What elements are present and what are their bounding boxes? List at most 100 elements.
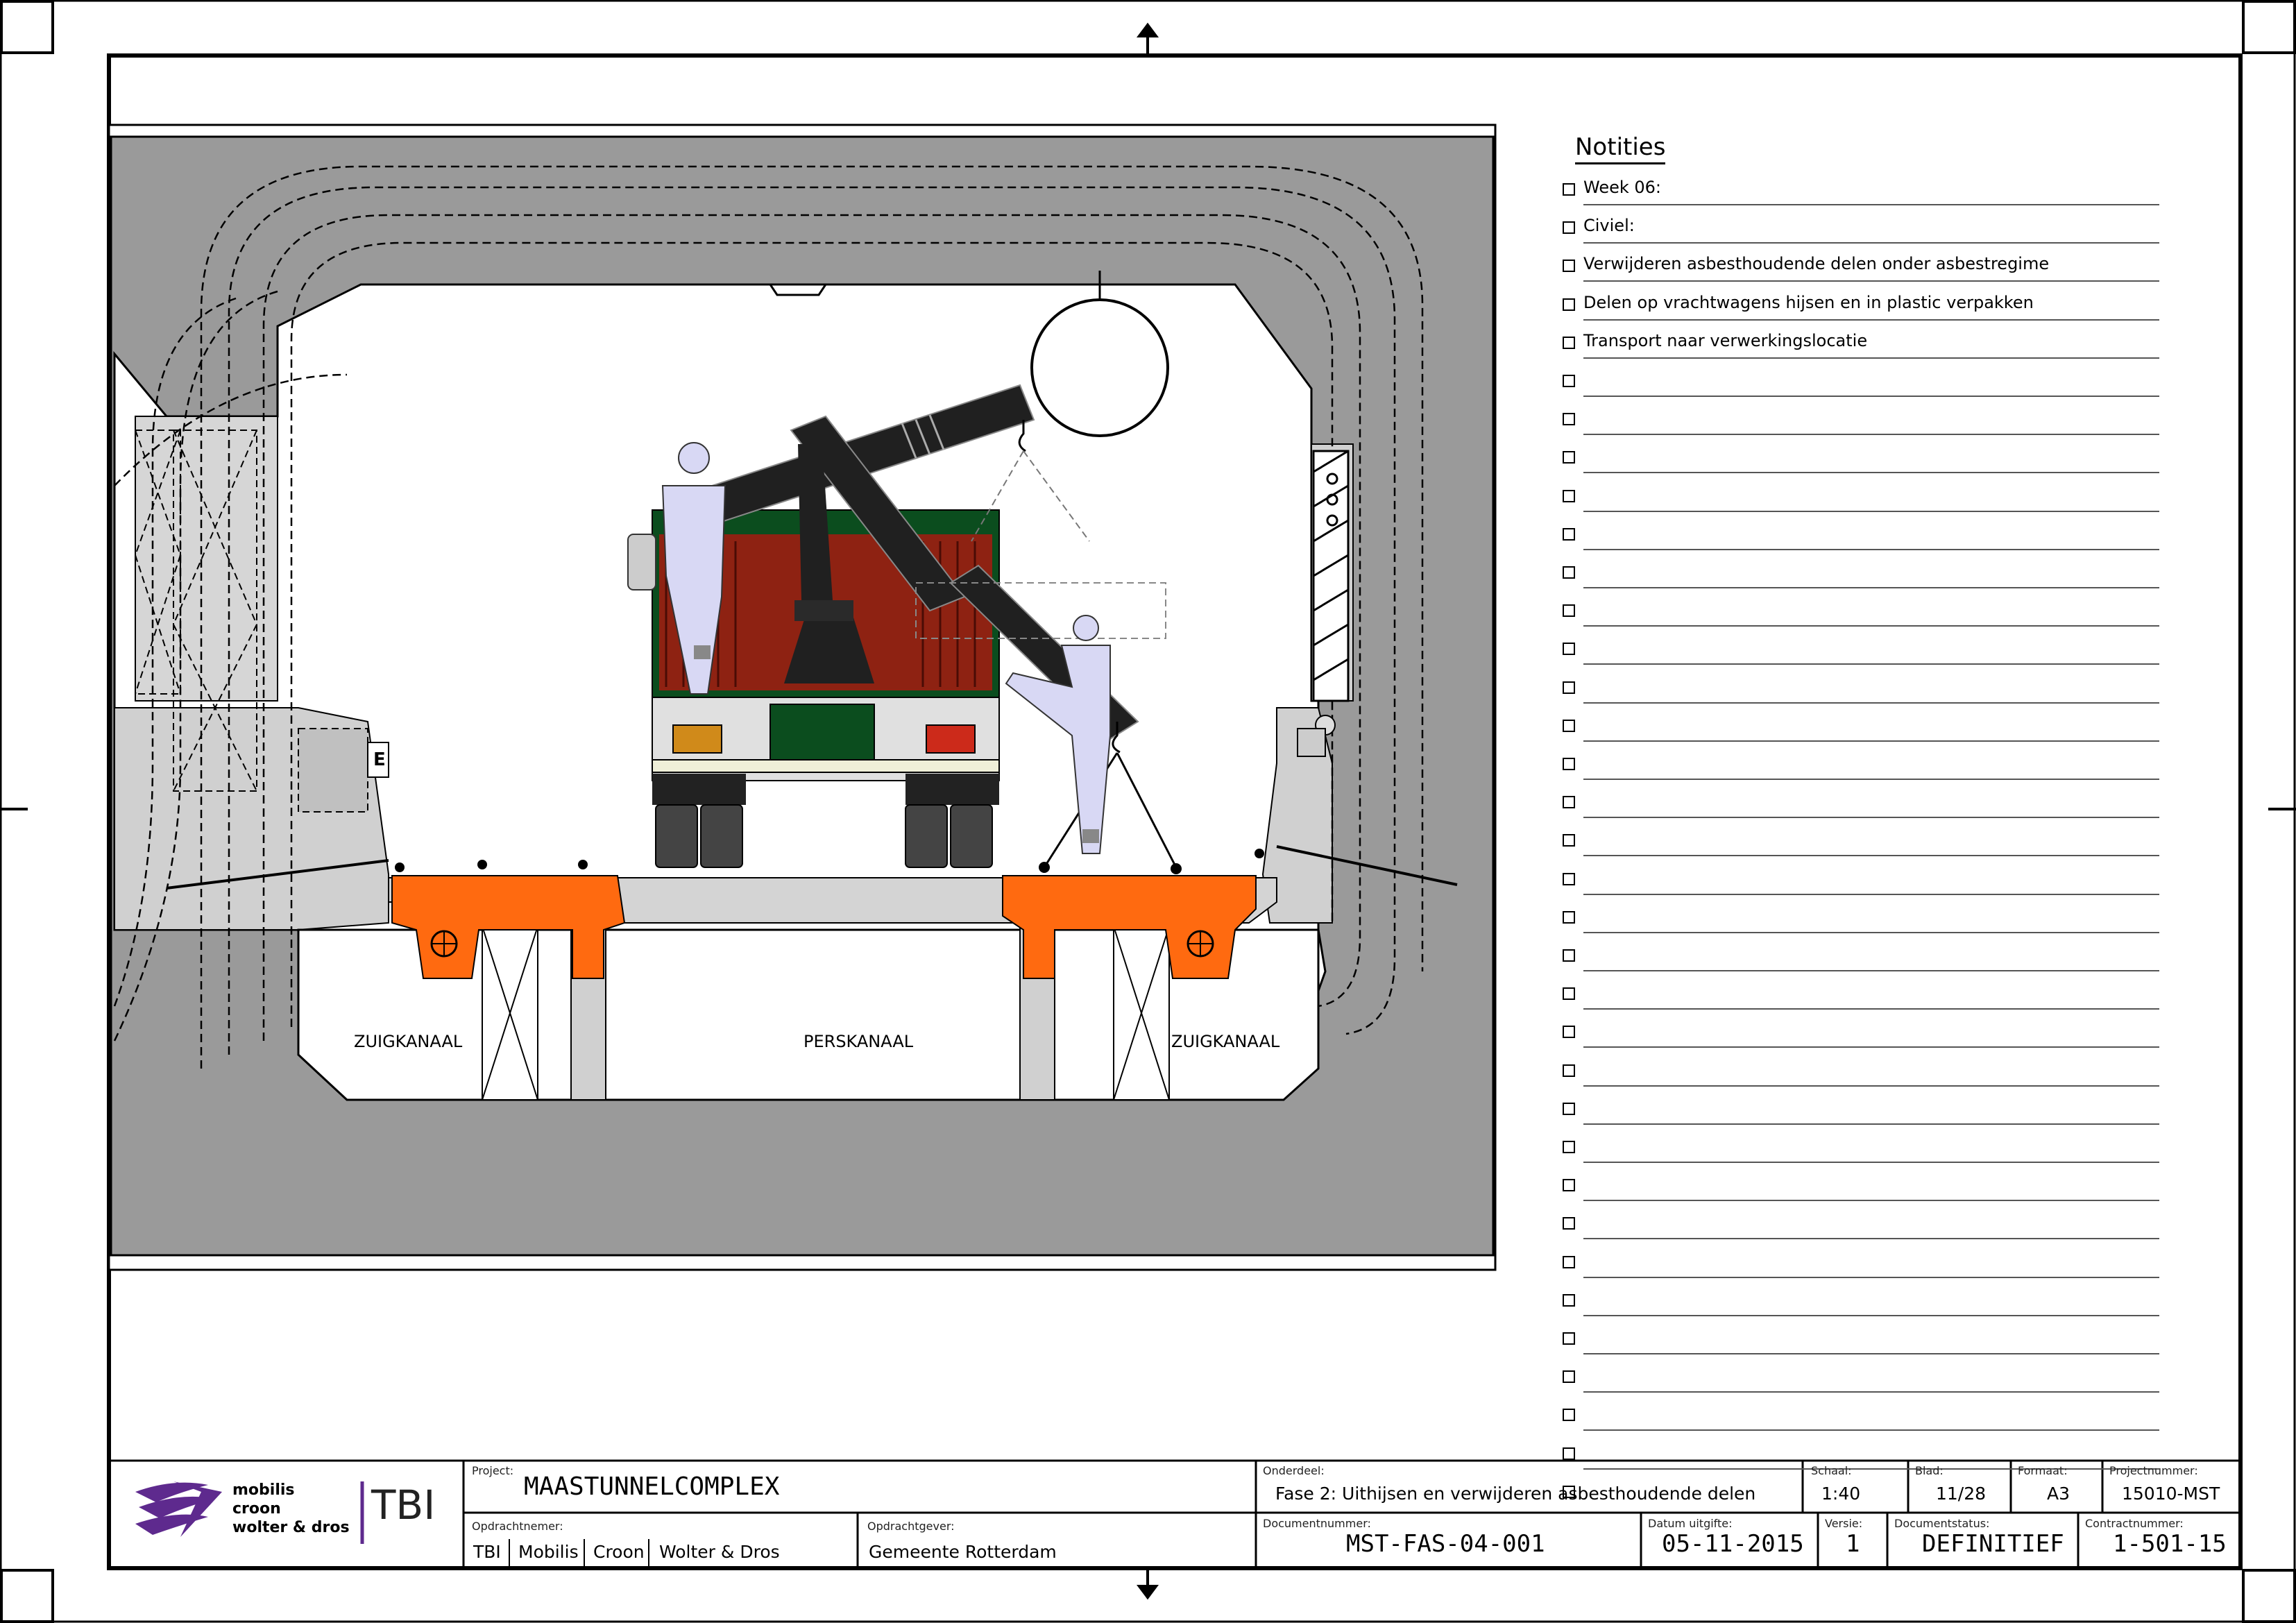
- checkbox-icon[interactable]: [1563, 719, 1575, 732]
- ventilation-opening: [1030, 298, 1169, 437]
- note-row: [1563, 941, 2159, 971]
- contract-label: Contractnummer:: [2085, 1517, 2184, 1530]
- blad-label: Blad:: [1915, 1464, 1944, 1477]
- checkbox-icon[interactable]: [1563, 1293, 1575, 1307]
- status-value: DEFINITIEF: [1922, 1530, 2064, 1558]
- label-right-channel: ZUIGKANAAL: [1171, 1032, 1280, 1051]
- note-line: [1583, 1429, 2159, 1431]
- note-row: Verwijderen asbesthoudende delen onder a…: [1563, 251, 2159, 282]
- note-line: [1583, 1468, 2159, 1470]
- checkbox-icon[interactable]: [1563, 872, 1575, 885]
- checkbox-icon[interactable]: [1563, 298, 1575, 311]
- note-row: [1563, 1324, 2159, 1354]
- note-line: [1583, 702, 2159, 704]
- checkbox-icon[interactable]: [1563, 260, 1575, 273]
- note-line: [1583, 242, 2159, 244]
- note-text: Transport naar verwerkingslocatie: [1583, 330, 1868, 350]
- checkbox-icon[interactable]: [1563, 910, 1575, 924]
- note-line: [1583, 893, 2159, 895]
- checkbox-icon[interactable]: [1563, 1064, 1575, 1077]
- note-line: [1583, 970, 2159, 971]
- note-line: [1583, 663, 2159, 665]
- checkbox-icon[interactable]: [1563, 681, 1575, 694]
- checkbox-icon[interactable]: [1563, 834, 1575, 847]
- note-line: [1583, 357, 2159, 359]
- datum-value: 05-11-2015: [1662, 1530, 1804, 1558]
- note-line: [1583, 548, 2159, 550]
- note-line: [1583, 1200, 2159, 1202]
- checkbox-icon[interactable]: [1563, 949, 1575, 962]
- note-row: [1563, 1017, 2159, 1048]
- documentnummer-label: Documentnummer:: [1263, 1517, 1371, 1530]
- note-line: [1583, 779, 2159, 780]
- project-label: Project:: [472, 1464, 514, 1477]
- note-line: [1583, 1008, 2159, 1010]
- note-row: [1563, 749, 2159, 780]
- note-line: [1583, 740, 2159, 742]
- checkbox-icon[interactable]: [1563, 336, 1575, 349]
- opdrachtnemer-wolter-dros: Wolter & Dros: [659, 1542, 780, 1562]
- logo-text-wolter-dros: wolter & dros: [232, 1519, 350, 1536]
- logo-text-croon: croon: [232, 1500, 281, 1518]
- note-line: [1583, 1391, 2159, 1393]
- schaal-value: 1:40: [1821, 1484, 1861, 1504]
- note-row: [1563, 711, 2159, 742]
- checkbox-icon[interactable]: [1563, 489, 1575, 502]
- checkbox-icon[interactable]: [1563, 1255, 1575, 1268]
- note-row: [1563, 865, 2159, 895]
- checkbox-icon[interactable]: [1563, 1332, 1575, 1345]
- note-row: [1563, 596, 2159, 627]
- onderdeel-label: Onderdeel:: [1263, 1464, 1325, 1477]
- note-row: [1563, 979, 2159, 1010]
- note-line: [1583, 587, 2159, 588]
- logo-text-mobilis: mobilis: [232, 1481, 295, 1499]
- status-label: Documentstatus:: [1894, 1517, 1990, 1530]
- checkbox-icon[interactable]: [1563, 796, 1575, 809]
- checkbox-icon[interactable]: [1563, 413, 1575, 426]
- notes-title: Notities: [1575, 133, 1666, 164]
- checkbox-icon[interactable]: [1563, 1370, 1575, 1384]
- checkbox-icon[interactable]: [1563, 527, 1575, 541]
- label-middle-channel: PERSKANAAL: [803, 1032, 914, 1051]
- versie-label: Versie:: [1825, 1517, 1863, 1530]
- checkbox-icon[interactable]: [1563, 1179, 1575, 1192]
- note-row: [1563, 1362, 2159, 1393]
- checkbox-icon[interactable]: [1563, 758, 1575, 770]
- note-text: Verwijderen asbesthoudende delen onder a…: [1583, 254, 2050, 274]
- checkbox-icon[interactable]: [1563, 1409, 1575, 1422]
- note-line: [1583, 1276, 2159, 1278]
- logo-tbi: TBI: [371, 1481, 436, 1529]
- checkbox-icon[interactable]: [1563, 221, 1575, 235]
- label-left-channel: ZUIGKANAAL: [354, 1032, 463, 1051]
- note-line: [1583, 931, 2159, 933]
- checkbox-icon[interactable]: [1563, 1026, 1575, 1039]
- checkbox-icon[interactable]: [1563, 643, 1575, 656]
- checkbox-icon[interactable]: [1563, 451, 1575, 464]
- checkbox-icon[interactable]: [1563, 1102, 1575, 1115]
- tunnel-cross-section: [108, 124, 1497, 1271]
- note-line: [1583, 1314, 2159, 1316]
- checkbox-icon[interactable]: [1563, 183, 1575, 196]
- note-line: [1583, 817, 2159, 819]
- note-line: [1583, 434, 2159, 436]
- datum-label: Datum uitgifte:: [1648, 1517, 1733, 1530]
- checkbox-icon[interactable]: [1563, 1447, 1575, 1460]
- formaat-value: A3: [2047, 1484, 2070, 1504]
- note-row: [1563, 673, 2159, 704]
- note-row: Week 06:: [1563, 175, 2159, 205]
- label-box-marker: E: [373, 749, 386, 770]
- note-line: [1583, 1353, 2159, 1354]
- checkbox-icon[interactable]: [1563, 987, 1575, 1001]
- note-row: [1563, 1171, 2159, 1202]
- checkbox-icon[interactable]: [1563, 375, 1575, 387]
- checkbox-icon[interactable]: [1563, 1217, 1575, 1230]
- note-row: [1563, 1209, 2159, 1240]
- note-row: Civiel:: [1563, 213, 2159, 244]
- checkbox-icon[interactable]: [1563, 604, 1575, 618]
- note-row: [1563, 826, 2159, 857]
- checkbox-icon[interactable]: [1563, 1141, 1575, 1153]
- note-row: [1563, 634, 2159, 665]
- checkbox-icon[interactable]: [1563, 566, 1575, 579]
- note-text: Week 06:: [1583, 178, 1662, 197]
- documentnummer-value: MST-FAS-04-001: [1346, 1530, 1545, 1558]
